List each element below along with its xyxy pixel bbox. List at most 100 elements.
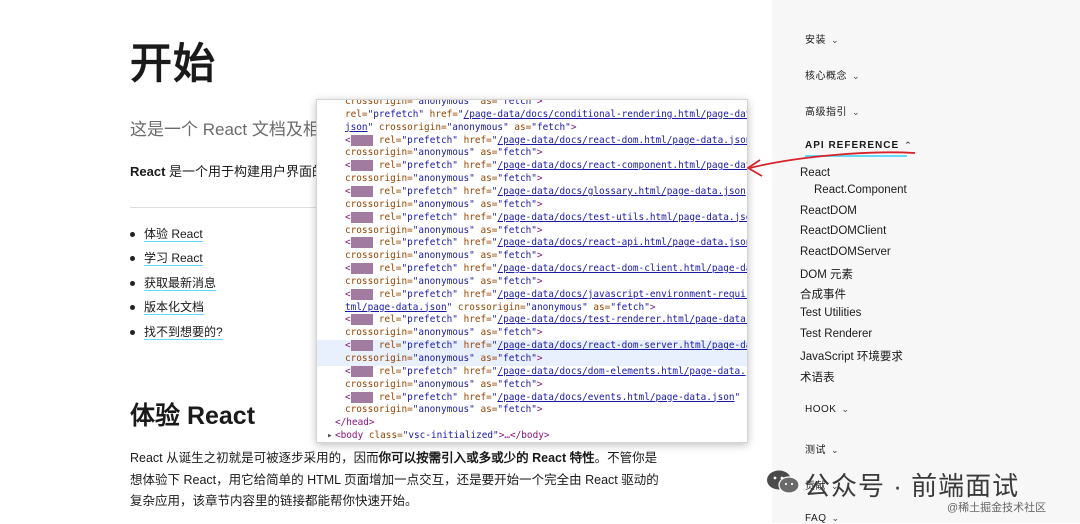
attr-value: "prefetch" xyxy=(401,160,458,172)
dom-line[interactable]: <link rel="prefetch" href="/page-data/do… xyxy=(317,237,747,250)
tag-name: < xyxy=(345,211,351,223)
attr-name: rel= xyxy=(373,391,402,403)
attr-value: "anonymous" xyxy=(412,353,475,364)
dom-line[interactable]: <link rel="prefetch" href="/page-data/do… xyxy=(317,288,747,302)
dom-line[interactable]: <link rel="prefetch" href="/page-data/do… xyxy=(317,365,747,379)
attr-name: as= xyxy=(474,99,498,107)
sidebar-item-js-env[interactable]: JavaScript 环境要求 xyxy=(800,348,903,364)
attr-value: "fetch" xyxy=(497,198,537,210)
sidebar-section-advanced[interactable]: 高级指引 ⌄ xyxy=(805,103,860,118)
bullet-icon xyxy=(130,231,135,237)
attr-name: rel= xyxy=(373,314,402,326)
sidebar-item-glossary[interactable]: 术语表 xyxy=(800,369,835,385)
sidebar-item-test-renderer[interactable]: Test Renderer xyxy=(800,328,872,340)
attr-name: rel= xyxy=(373,365,402,377)
dom-line[interactable]: crossorigin="anonymous" as="fetch"> xyxy=(317,173,747,186)
dom-line[interactable]: <link rel="prefetch" href="/page-data/do… xyxy=(317,134,747,148)
dom-line[interactable]: crossorigin="anonymous" as="fetch"> xyxy=(317,225,747,238)
active-section-underline xyxy=(805,155,907,157)
sidebar-item-test-utilities[interactable]: Test Utilities xyxy=(800,307,861,319)
dom-line[interactable]: ▸ <body class="vsc-initialized">…</body> xyxy=(317,430,747,442)
sidebar-item-dom-elements[interactable]: DOM 元素 xyxy=(800,266,853,282)
dom-line[interactable]: crossorigin="anonymous" as="fetch"> xyxy=(317,198,747,212)
dom-line[interactable]: crossorigin="anonymous" as="fetch"> xyxy=(317,276,747,289)
dom-line[interactable]: crossorigin="anonymous" as="fetch"> xyxy=(317,404,747,417)
sidebar-item-reactdomserver[interactable]: ReactDOMServer xyxy=(800,246,891,258)
tag-name-highlight: link xyxy=(350,134,374,146)
href-link[interactable]: /page-data/docs/conditional-rendering.ht… xyxy=(464,109,747,120)
sidebar-item-react-component[interactable]: React.Component xyxy=(814,184,907,196)
dom-line[interactable]: <link rel="prefetch" href="/page-data/do… xyxy=(317,185,747,199)
href-link[interactable]: /page-data/docs/react-dom.html/page-data… xyxy=(497,135,747,146)
para-bold: 你可以按需引入或多或少的 React 特性 xyxy=(378,451,595,465)
devtools-elements-panel[interactable]: crossorigin="anonymous" as="fetch"> rel=… xyxy=(316,99,748,443)
dom-line[interactable]: tml/page-data.json" crossorigin="anonymo… xyxy=(317,301,747,315)
sidebar-section-core[interactable]: 核心概念 ⌄ xyxy=(805,67,860,82)
dom-line[interactable]: <link rel="prefetch" href="/page-data/do… xyxy=(317,391,747,405)
attr-name: crossorigin= xyxy=(345,250,413,262)
href-link[interactable]: /page-data/docs/react-component.html/pag… xyxy=(497,160,747,171)
dom-line[interactable]: json" crossorigin="anonymous" as="fetch"… xyxy=(317,122,747,135)
sidebar-section-api-reference[interactable]: API REFERENCE ⌃ xyxy=(805,140,913,151)
attr-value: "fetch" xyxy=(610,301,650,313)
tag-name: < xyxy=(345,134,351,146)
toc-link-learn[interactable]: 学习 React xyxy=(144,251,203,267)
href-link[interactable]: tml/page-data.json xyxy=(345,302,447,313)
dom-line[interactable]: <link rel="prefetch" href="/page-data/do… xyxy=(317,263,747,276)
href-link[interactable]: /page-data/docs/test-utils.html/page-dat… xyxy=(497,212,747,223)
bullet-icon xyxy=(130,256,135,262)
href-link[interactable]: /page-data/docs/react-api.html/page-data… xyxy=(497,237,747,248)
sidebar-item-react[interactable]: React xyxy=(800,167,830,179)
tag-name: < xyxy=(345,314,351,326)
attr-name: rel= xyxy=(373,211,402,223)
dom-line[interactable]: </head> xyxy=(317,417,747,430)
dom-line[interactable]: crossorigin="anonymous" as="fetch"> xyxy=(317,327,747,340)
tag-name-highlight: link xyxy=(350,160,374,172)
sidebar-item-reactdom[interactable]: ReactDOM xyxy=(800,205,857,217)
toc-link-try[interactable]: 体验 React xyxy=(144,227,203,242)
sidebar-section-hook[interactable]: HOOK ⌄ xyxy=(805,404,850,415)
dom-line[interactable]: crossorigin="anonymous" as="fetch"> xyxy=(317,250,747,263)
href-link[interactable]: /page-data/docs/dom-elements.html/page-d… xyxy=(497,366,747,377)
dom-line[interactable]: crossorigin="anonymous" as="fetch"> xyxy=(317,99,747,109)
dom-line[interactable]: crossorigin="anonymous" as="fetch"> xyxy=(317,147,747,160)
dom-line[interactable]: rel="prefetch" href="/page-data/docs/con… xyxy=(317,109,747,122)
watermark: 公众号 · 前端面试 @稀土掘金技术社区 xyxy=(752,460,1080,523)
href-link[interactable]: /page-data/docs/react-dom-server.html/pa… xyxy=(497,340,747,351)
toc-list: 体验 React 学习 React 获取最新消息 版本化文档 找不到想要的? xyxy=(130,222,223,345)
href-link[interactable]: /page-data/docs/events.html/page-data.js… xyxy=(497,392,734,403)
toc-item[interactable]: 体验 React xyxy=(130,222,223,247)
href-link[interactable]: /page-data/docs/test-renderer.html/page-… xyxy=(497,314,747,325)
sidebar-section-testing[interactable]: 测试 ⌄ xyxy=(805,441,839,456)
dom-line[interactable]: <link rel="prefetch" href="/page-data/do… xyxy=(317,211,747,225)
href-link[interactable]: /page-data/docs/glossary.html/page-data.… xyxy=(497,186,745,197)
toc-item[interactable]: 学习 React xyxy=(130,247,223,272)
toc-link-versions[interactable]: 版本化文档 xyxy=(144,300,205,316)
sidebar-item-reactdomclient[interactable]: ReactDOMClient xyxy=(800,225,886,237)
tag-bracket: > xyxy=(536,198,543,210)
attr-name: as= xyxy=(474,250,498,262)
href-link[interactable]: /page-data/docs/javascript-environment-r… xyxy=(497,289,747,300)
toc-link-news[interactable]: 获取最新消息 xyxy=(144,276,217,291)
attr-name: href= xyxy=(457,391,492,403)
dom-line[interactable]: crossorigin="anonymous" as="fetch"> xyxy=(317,353,747,366)
toc-item[interactable]: 获取最新消息 xyxy=(130,271,223,296)
tag-name: <body xyxy=(335,430,364,442)
href-link[interactable]: /page-data/docs/react-dom-client.html/pa… xyxy=(497,263,747,274)
expand-triangle-icon[interactable]: ▸ xyxy=(327,430,335,442)
sidebar-item-synthetic-events[interactable]: 合成事件 xyxy=(800,286,846,302)
dom-line[interactable]: crossorigin="anonymous" as="fetch"> xyxy=(317,379,747,392)
attr-name: rel= xyxy=(373,340,402,352)
toc-item[interactable]: 找不到想要的? xyxy=(130,320,223,345)
dom-line[interactable]: <link rel="prefetch" href="/page-data/do… xyxy=(317,160,747,173)
attr-value: "anonymous" xyxy=(412,198,475,210)
dom-line[interactable]: <link rel="prefetch" href="/page-data/do… xyxy=(317,314,747,327)
attr-name: href= xyxy=(457,288,492,300)
href-link[interactable]: json xyxy=(345,122,368,133)
toc-item[interactable]: 版本化文档 xyxy=(130,296,223,321)
dom-line[interactable]: <link rel="prefetch" href="/page-data/do… xyxy=(317,340,747,353)
para-text: React 从诞生之初就是可被逐步采用的，因而 xyxy=(130,451,379,465)
toc-link-missing[interactable]: 找不到想要的? xyxy=(144,325,223,340)
attr-value: "fetch" xyxy=(497,173,537,185)
sidebar-section-install[interactable]: 安装 ⌄ xyxy=(805,31,839,46)
